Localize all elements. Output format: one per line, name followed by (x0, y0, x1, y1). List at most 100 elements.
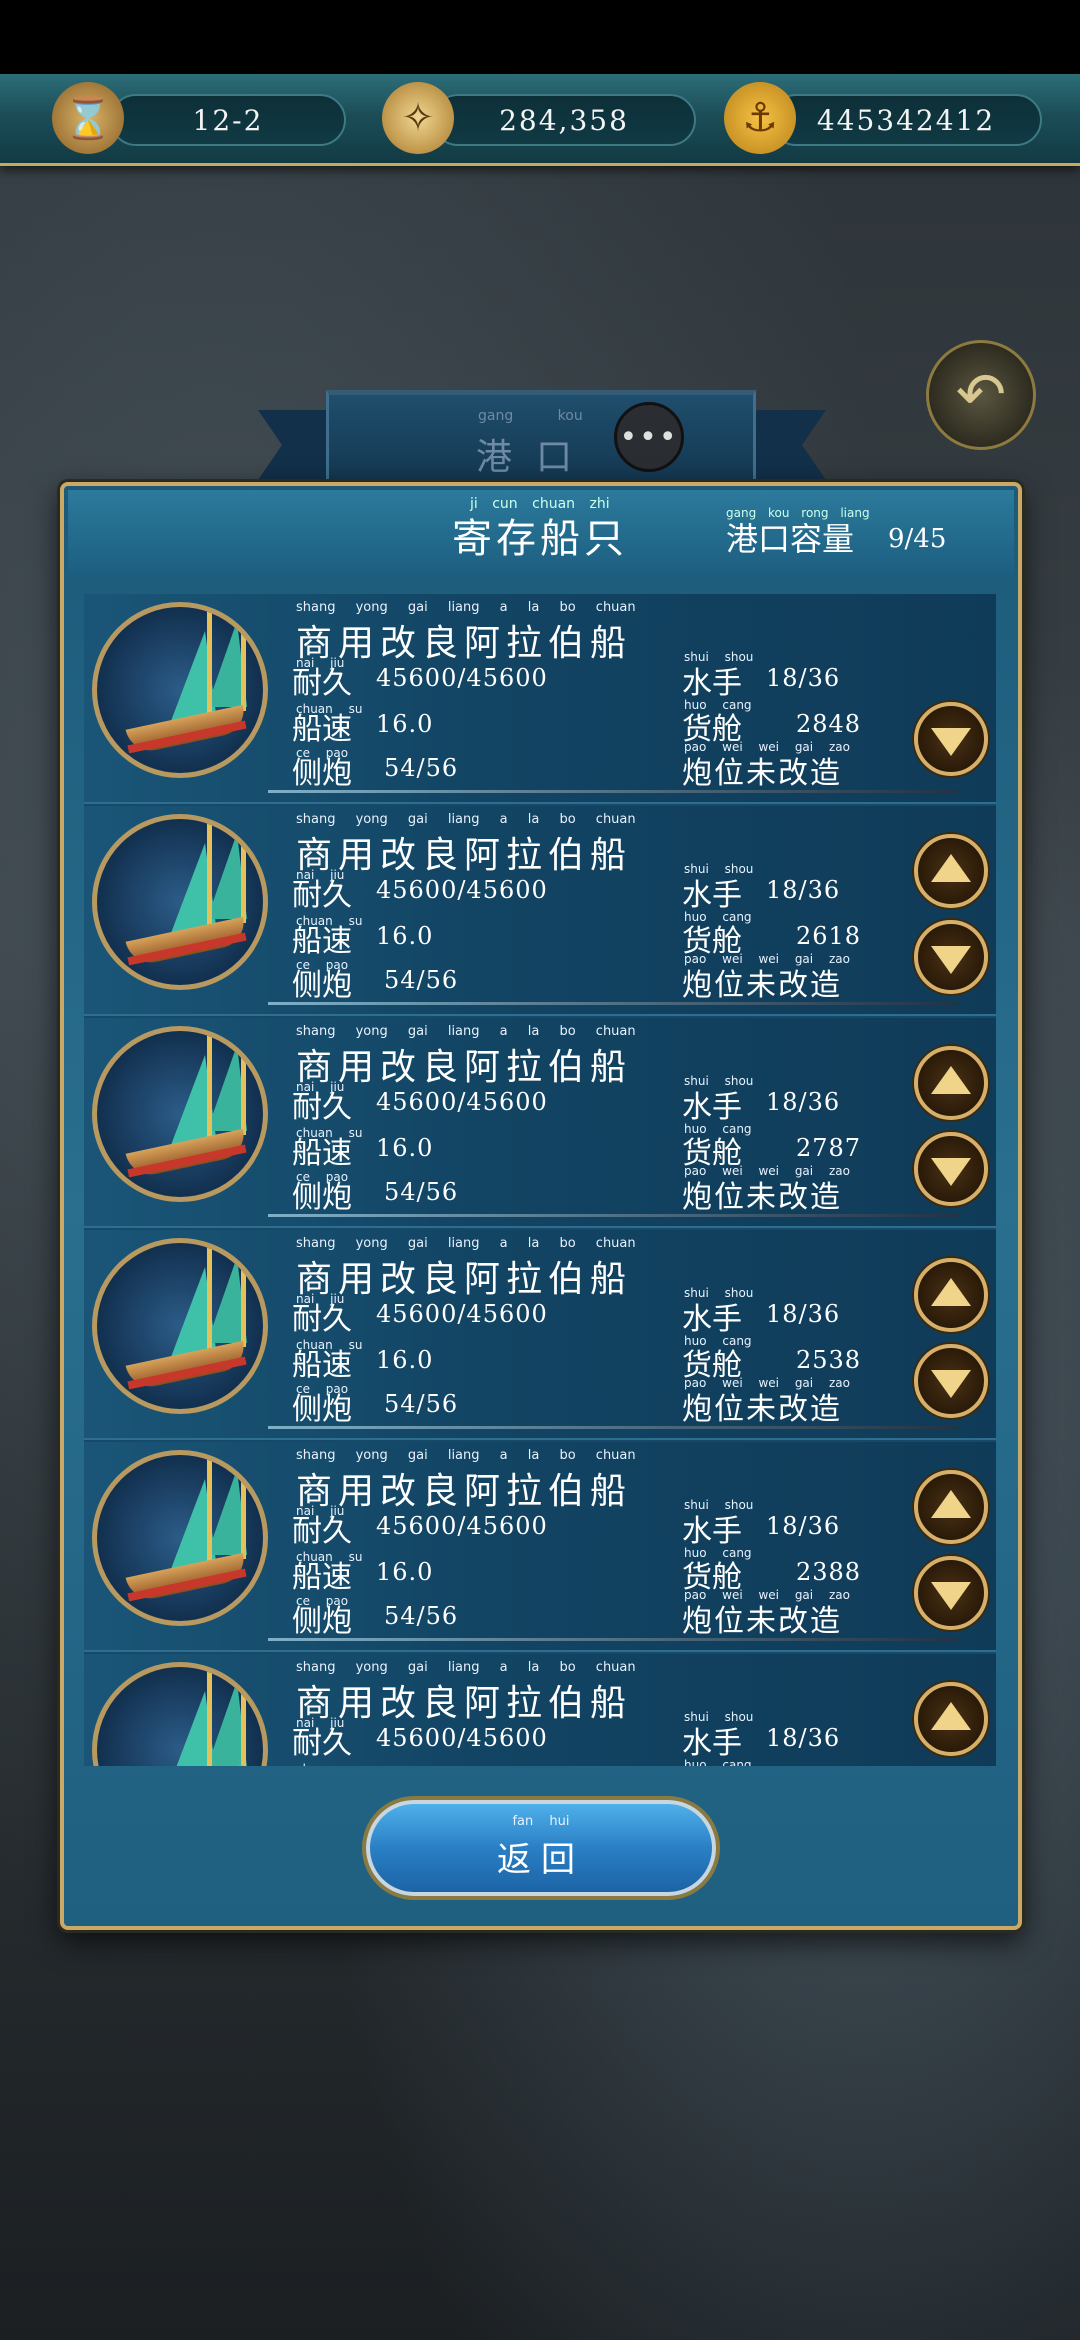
crew-value: 18/36 (766, 1088, 841, 1116)
cargo-value: 2848 (796, 710, 862, 738)
gold-display: 445342412 (770, 94, 1042, 146)
cargo-value: 2787 (796, 1134, 862, 1162)
ship-portrait (92, 1662, 268, 1766)
cargo-value: 2618 (796, 922, 862, 950)
slot-label: 炮位未改造 (682, 756, 842, 791)
row-divider (268, 1426, 958, 1429)
slot-label: 炮位未改造 (682, 968, 842, 1003)
durability-value: 45600/45600 (376, 1724, 548, 1752)
port-title: 港口 (476, 437, 597, 478)
crew-value: 18/36 (766, 1300, 841, 1328)
compass-icon[interactable]: ✧ (382, 82, 454, 154)
return-pinyin: fan hui (512, 1814, 570, 1829)
return-label: 返回 (497, 1840, 585, 1880)
cannon-label: 侧炮 (292, 1392, 352, 1427)
ship-portrait (92, 1026, 268, 1202)
port-title-pinyin: gang kou (478, 408, 583, 424)
crew-value: 18/36 (766, 664, 841, 692)
move-up-button[interactable] (914, 834, 988, 908)
ship-portrait (92, 1450, 268, 1626)
durability-value: 45600/45600 (376, 1512, 548, 1540)
speed-label: 船速 (292, 924, 352, 959)
crew-value: 18/36 (766, 1724, 841, 1752)
back-arrow-icon[interactable]: ↶ (926, 340, 1036, 450)
move-up-button[interactable] (914, 1682, 988, 1756)
ship-row[interactable]: shang yong gai liang a la bo chuan 商用改良阿… (84, 1442, 996, 1652)
crew-label: 水手 (682, 1090, 742, 1125)
cannon-value: 54/56 (384, 754, 459, 782)
ship-portrait (92, 1238, 268, 1414)
speed-value: 16.0 (376, 1558, 434, 1586)
stage-display: 12-2 (110, 94, 346, 146)
ship-list[interactable]: shang yong gai liang a la bo chuan 商用改良阿… (84, 594, 996, 1766)
move-down-button[interactable] (914, 1132, 988, 1206)
ship-name-pinyin: shang yong gai liang a la bo chuan (296, 1660, 636, 1675)
crew-label: 水手 (682, 1514, 742, 1549)
cannon-value: 54/56 (384, 1390, 459, 1418)
speed-label: 船速 (292, 1348, 352, 1383)
durability-value: 45600/45600 (376, 1300, 548, 1328)
cargo-value: 2388 (796, 1558, 862, 1586)
cannon-value: 54/56 (384, 1602, 459, 1630)
ship-name-pinyin: shang yong gai liang a la bo chuan (296, 1236, 636, 1251)
speed-value: 16.0 (376, 922, 434, 950)
cannon-label: 侧炮 (292, 968, 352, 1003)
crew-label: 水手 (682, 666, 742, 701)
move-up-button[interactable] (914, 1258, 988, 1332)
anchor-coin-icon[interactable]: ⚓ (724, 82, 796, 154)
speed-value: 16.0 (376, 1346, 434, 1374)
ship-portrait (92, 814, 268, 990)
crew-label: 水手 (682, 1726, 742, 1761)
crew-label: 水手 (682, 1302, 742, 1337)
move-down-button[interactable] (914, 1556, 988, 1630)
hourglass-icon[interactable]: ⌛ (52, 82, 124, 154)
move-up-button[interactable] (914, 1046, 988, 1120)
durability-label: 耐久 (292, 878, 352, 913)
row-divider (268, 790, 958, 793)
speed-value: 16.0 (376, 710, 434, 738)
crew-label: 水手 (682, 878, 742, 913)
capacity-value: 9/45 (888, 524, 947, 554)
ship-portrait (92, 602, 268, 778)
panel-title: 寄存船只 (452, 516, 628, 562)
move-down-button[interactable] (914, 702, 988, 776)
crew-value: 18/36 (766, 876, 841, 904)
ship-name-pinyin: shang yong gai liang a la bo chuan (296, 1024, 636, 1039)
durability-value: 45600/45600 (376, 664, 548, 692)
speed-value: 16.0 (376, 1134, 434, 1162)
status-bar (0, 0, 1080, 74)
move-down-button[interactable] (914, 1344, 988, 1418)
durability-label: 耐久 (292, 1090, 352, 1125)
cannon-value: 54/56 (384, 1178, 459, 1206)
cannon-label: 侧炮 (292, 1180, 352, 1215)
cargo-value: 2538 (796, 1346, 862, 1374)
cargo-pinyin: huo cang (684, 1758, 752, 1766)
slot-label: 炮位未改造 (682, 1180, 842, 1215)
slot-label: 炮位未改造 (682, 1392, 842, 1427)
ship-name-pinyin: shang yong gai liang a la bo chuan (296, 812, 636, 827)
ship-row[interactable]: shang yong gai liang a la bo chuan 商用改良阿… (84, 594, 996, 804)
durability-label: 耐久 (292, 1302, 352, 1337)
chat-bubble-icon[interactable]: ••• (614, 402, 684, 472)
ship-row[interactable]: shang yong gai liang a la bo chuan 商用改良阿… (84, 1654, 996, 1766)
return-button[interactable]: fan hui 返回 (366, 1800, 716, 1896)
ship-row[interactable]: shang yong gai liang a la bo chuan 商用改良阿… (84, 806, 996, 1016)
capacity-label: 港口容量 (726, 520, 855, 558)
crew-value: 18/36 (766, 1512, 841, 1540)
speed-label: 船速 (292, 1560, 352, 1595)
ship-row[interactable]: shang yong gai liang a la bo chuan 商用改良阿… (84, 1230, 996, 1440)
cannon-label: 侧炮 (292, 756, 352, 791)
speed-label: 船速 (292, 1136, 352, 1171)
durability-value: 45600/45600 (376, 876, 548, 904)
slot-label: 炮位未改造 (682, 1604, 842, 1639)
move-down-button[interactable] (914, 920, 988, 994)
durability-label: 耐久 (292, 1514, 352, 1549)
cannon-label: 侧炮 (292, 1604, 352, 1639)
speed-pinyin: chuan su (296, 1762, 362, 1766)
row-divider (268, 1638, 958, 1641)
cannon-value: 54/56 (384, 966, 459, 994)
stage-value: 12-2 (192, 104, 264, 137)
ship-row[interactable]: shang yong gai liang a la bo chuan 商用改良阿… (84, 1018, 996, 1228)
durability-label: 耐久 (292, 1726, 352, 1761)
move-up-button[interactable] (914, 1470, 988, 1544)
